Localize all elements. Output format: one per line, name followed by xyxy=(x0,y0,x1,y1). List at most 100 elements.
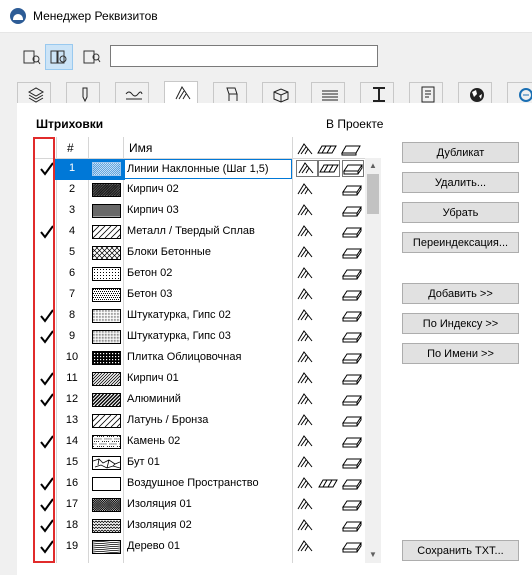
remove-button[interactable]: Убрать xyxy=(402,202,519,223)
cut-fill-icon[interactable] xyxy=(342,371,362,386)
cut-fill-icon[interactable] xyxy=(342,350,362,365)
row-index: 9 xyxy=(68,330,76,342)
draft-fill-icon[interactable] xyxy=(296,392,316,407)
tab-line-type[interactable] xyxy=(115,82,149,104)
cut-fill-icon[interactable] xyxy=(342,203,362,218)
table-row[interactable]: 8 Штукатурка, Гипс 02 xyxy=(35,306,365,327)
draft-fill-icon[interactable] xyxy=(296,245,316,260)
draft-fill-icon[interactable] xyxy=(296,308,316,323)
draft-fill-icon[interactable] xyxy=(296,476,316,491)
tab-building-material[interactable] xyxy=(262,82,296,104)
draft-fill-icon[interactable] xyxy=(296,371,316,386)
cut-fill-icon[interactable] xyxy=(342,266,362,281)
list-scrollbar[interactable]: ▲ ▼ xyxy=(365,158,381,563)
draft-fill-icon[interactable] xyxy=(296,518,316,533)
table-row[interactable]: 14 Камень 02 xyxy=(35,432,365,453)
tab-column[interactable] xyxy=(360,82,394,104)
tab-composite[interactable] xyxy=(213,82,247,104)
fill-type-header-icon xyxy=(297,143,313,155)
cut-fill-icon[interactable] xyxy=(342,413,362,428)
dual-view-button[interactable] xyxy=(45,44,73,70)
scroll-thumb[interactable] xyxy=(367,174,379,214)
fill-name: Кирпич 03 xyxy=(127,204,179,216)
draft-fill-icon[interactable] xyxy=(296,455,316,470)
draft-fill-icon[interactable] xyxy=(296,182,316,197)
column-header-num[interactable]: # xyxy=(67,141,74,158)
cut-fill-icon[interactable] xyxy=(342,308,362,323)
table-row[interactable]: 17 Изоляция 01 xyxy=(35,495,365,516)
add-button[interactable]: Добавить >> xyxy=(402,283,519,304)
draft-fill-icon[interactable] xyxy=(296,350,316,365)
table-row[interactable]: 12 Алюминий xyxy=(35,390,365,411)
duplicate-button[interactable]: Дубликат xyxy=(402,142,519,163)
draft-fill-icon[interactable] xyxy=(296,224,316,239)
table-row[interactable]: 5 Блоки Бетонные xyxy=(35,243,365,264)
fill-icon xyxy=(175,86,191,100)
row-index: 18 xyxy=(65,519,79,531)
cut-fill-icon[interactable] xyxy=(342,245,362,260)
table-row[interactable]: 10 Плитка Облицовочная xyxy=(35,348,365,369)
search-input[interactable] xyxy=(110,45,378,67)
surface-fill-icon[interactable] xyxy=(318,476,338,491)
delete-button[interactable]: Удалить... xyxy=(402,172,519,193)
tab-globe[interactable] xyxy=(458,82,492,104)
table-row[interactable]: 2 Кирпич 02 xyxy=(35,180,365,201)
cut-fill-icon[interactable] xyxy=(342,476,362,491)
tab-mep[interactable] xyxy=(507,82,532,104)
tab-fill[interactable] xyxy=(164,81,198,104)
tab-pen[interactable] xyxy=(66,82,100,104)
cut-fill-icon[interactable] xyxy=(342,455,362,470)
table-row[interactable]: 19 Дерево 01 xyxy=(35,537,365,558)
draft-fill-icon[interactable] xyxy=(296,203,316,218)
surface-fill-icon[interactable] xyxy=(318,160,340,177)
cut-fill-icon[interactable] xyxy=(342,224,362,239)
draft-fill-icon[interactable] xyxy=(296,160,318,177)
draft-fill-icon[interactable] xyxy=(296,266,316,281)
reindex-button[interactable]: Переиндексация... xyxy=(402,232,519,253)
by-name-button[interactable]: По Имени >> xyxy=(402,343,519,364)
tab-zone[interactable] xyxy=(409,82,443,104)
table-row[interactable]: 7 Бетон 03 xyxy=(35,285,365,306)
table-row[interactable]: 4 Металл / Твердый Сплав xyxy=(35,222,365,243)
draft-fill-icon[interactable] xyxy=(296,434,316,449)
cut-fill-icon[interactable] xyxy=(342,287,362,302)
column-header-name[interactable]: Имя xyxy=(129,141,152,158)
tab-profile[interactable] xyxy=(311,82,345,104)
draft-fill-icon[interactable] xyxy=(296,497,316,512)
fill-pattern-swatch xyxy=(92,456,121,470)
draft-fill-icon[interactable] xyxy=(296,287,316,302)
save-txt-button[interactable]: Сохранить TXT... xyxy=(402,540,519,561)
fill-pattern-swatch xyxy=(92,351,121,365)
draft-fill-icon[interactable] xyxy=(296,539,316,554)
surface-header-icon xyxy=(317,145,337,154)
table-row[interactable]: 15 Бут 01 xyxy=(35,453,365,474)
name-edit-field[interactable]: Линии Наклонные (Шаг 1,5) xyxy=(124,159,292,179)
table-row[interactable]: 1 Линии Наклонные (Шаг 1,5) xyxy=(35,159,365,180)
cut-fill-icon[interactable] xyxy=(342,434,362,449)
table-row[interactable]: 11 Кирпич 01 xyxy=(35,369,365,390)
list-view-button[interactable] xyxy=(78,44,106,70)
table-row[interactable]: 3 Кирпич 03 xyxy=(35,201,365,222)
table-row[interactable]: 6 Бетон 02 xyxy=(35,264,365,285)
table-row[interactable]: 13 Латунь / Бронза xyxy=(35,411,365,432)
table-row[interactable]: 9 Штукатурка, Гипс 03 xyxy=(35,327,365,348)
tab-layers[interactable] xyxy=(17,82,51,104)
draft-fill-icon[interactable] xyxy=(296,329,316,344)
scroll-up-icon[interactable]: ▲ xyxy=(369,162,377,170)
by-index-button[interactable]: По Индексу >> xyxy=(402,313,519,334)
cut-fill-icon[interactable] xyxy=(342,182,362,197)
cut-fill-icon[interactable] xyxy=(342,392,362,407)
draft-fill-icon[interactable] xyxy=(296,413,316,428)
single-view-button[interactable] xyxy=(18,44,46,70)
table-row[interactable]: 16 Воздушное Пространство xyxy=(35,474,365,495)
scroll-down-icon[interactable]: ▼ xyxy=(369,551,377,559)
fill-pattern-swatch xyxy=(92,183,121,197)
cut-fill-icon[interactable] xyxy=(342,539,362,554)
cut-fill-icon[interactable] xyxy=(342,329,362,344)
row-index: 10 xyxy=(65,351,79,363)
cut-fill-icon[interactable] xyxy=(342,497,362,512)
cut-fill-icon[interactable] xyxy=(342,160,364,177)
row-index: 7 xyxy=(68,288,76,300)
table-row[interactable]: 18 Изоляция 02 xyxy=(35,516,365,537)
cut-fill-icon[interactable] xyxy=(342,518,362,533)
